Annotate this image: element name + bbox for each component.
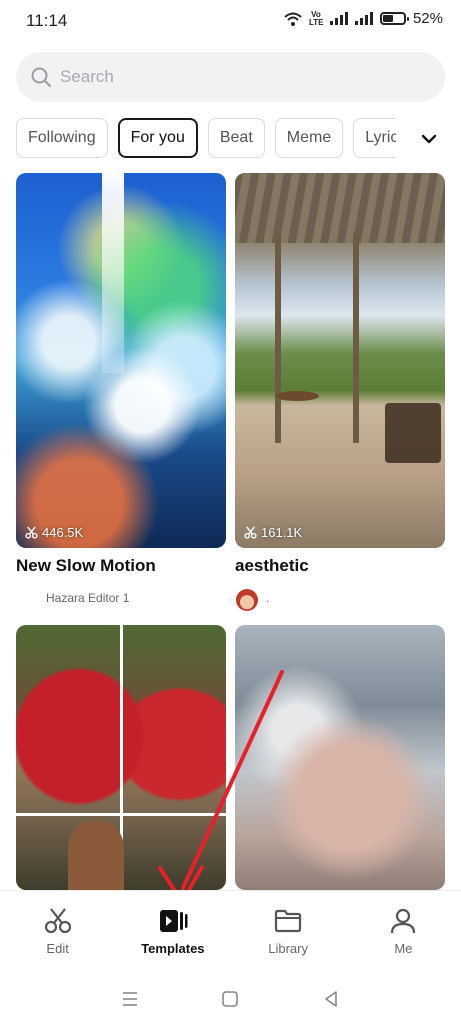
tab-for-you[interactable]: For you	[117, 118, 198, 158]
collage-divider	[16, 813, 226, 816]
portrait-shape	[68, 821, 124, 890]
chevron-down-icon	[421, 134, 436, 144]
table-shape	[275, 391, 319, 401]
nav-edit[interactable]: Edit	[0, 891, 115, 974]
battery-icon	[379, 12, 409, 25]
template-title[interactable]: aesthetic	[235, 556, 309, 576]
status-icons: Vo LTE 52%	[284, 10, 443, 27]
home-icon[interactable]	[220, 989, 240, 1009]
tab-following[interactable]: Following	[16, 118, 108, 158]
nav-library[interactable]: Library	[231, 891, 346, 974]
template-title[interactable]: New Slow Motion	[16, 556, 156, 576]
back-icon[interactable]	[321, 989, 341, 1009]
nav-templates[interactable]: Templates	[115, 891, 230, 974]
template-thumbnail[interactable]: 161.1K	[235, 173, 445, 548]
volte-label: Vo LTE	[308, 9, 324, 27]
scissors-icon	[44, 908, 71, 934]
menu-icon[interactable]	[120, 989, 140, 1009]
status-bar: 11:14 Vo LTE 52%	[0, 0, 461, 40]
signal-icon-2	[354, 12, 373, 25]
template-thumbnail[interactable]	[16, 625, 226, 890]
usage-count-value: 446.5K	[42, 525, 84, 540]
templates-icon	[159, 910, 188, 932]
usage-count-value: 161.1K	[261, 525, 303, 540]
tab-beat[interactable]: Beat	[207, 118, 265, 158]
nav-label: Me	[394, 941, 413, 956]
nav-label: Library	[268, 941, 308, 956]
nav-me[interactable]: Me	[346, 891, 461, 974]
chair-shape	[385, 403, 441, 463]
template-author[interactable]: Hazara Editor 1	[46, 591, 129, 605]
scissors-icon	[244, 526, 257, 539]
search-bar[interactable]	[16, 52, 445, 102]
usage-count: 446.5K	[25, 525, 83, 540]
template-thumbnail[interactable]	[235, 625, 445, 890]
usage-count: 161.1K	[244, 525, 302, 540]
battery-percent: 52%	[412, 10, 443, 27]
pergola-post	[275, 233, 281, 443]
author-avatar[interactable]	[236, 589, 258, 611]
signal-icon	[329, 12, 348, 25]
system-navigation	[0, 974, 461, 1024]
nav-label: Templates	[141, 941, 205, 956]
status-time: 11:14	[26, 11, 68, 30]
pergola-post	[353, 233, 359, 443]
pergola-roof	[235, 173, 445, 243]
search-input[interactable]	[60, 67, 400, 87]
person-icon	[391, 908, 416, 934]
template-author[interactable]: .	[266, 591, 269, 605]
bottom-navigation: Edit Templates Library Me	[0, 890, 461, 974]
wifi-icon	[284, 12, 302, 26]
tab-lyric[interactable]: Lyric	[353, 118, 396, 158]
light-beam	[102, 173, 124, 373]
category-tabs: Following For you Beat Meme Lyric	[16, 118, 396, 160]
scissors-icon	[25, 526, 38, 539]
template-thumbnail[interactable]: 446.5K	[16, 173, 226, 548]
folder-icon	[275, 909, 302, 933]
tab-meme[interactable]: Meme	[274, 118, 344, 158]
search-icon	[31, 67, 51, 87]
nav-label: Edit	[46, 941, 69, 956]
expand-categories-button[interactable]	[396, 118, 461, 160]
